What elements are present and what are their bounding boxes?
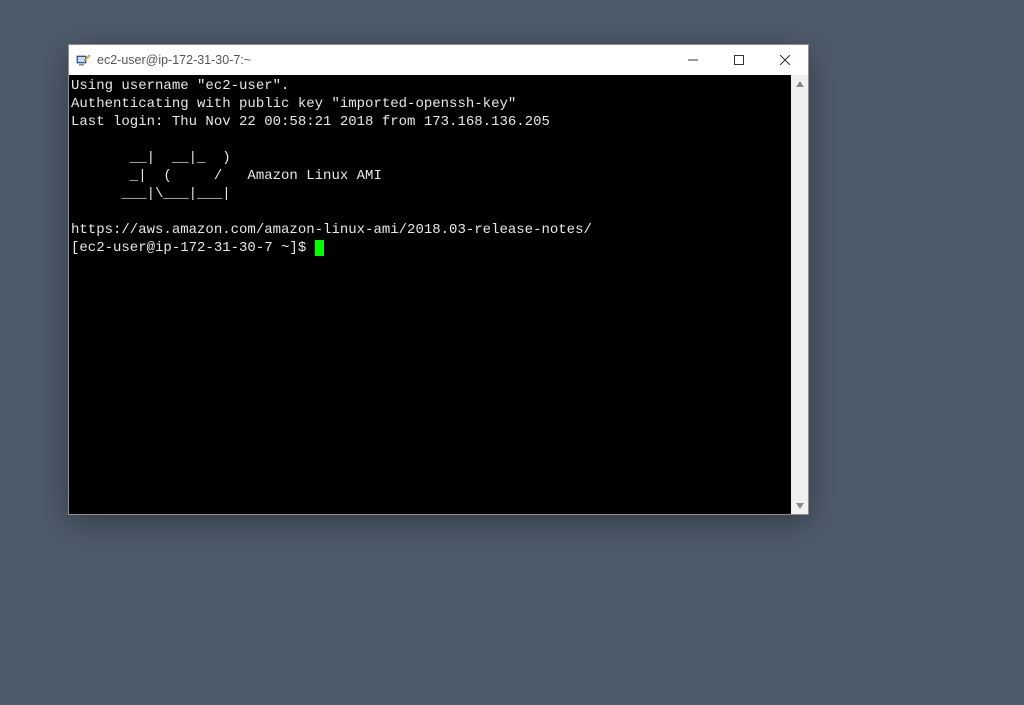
terminal-prompt: [ec2-user@ip-172-31-30-7 ~]$ [71, 240, 315, 256]
titlebar[interactable]: ec2-user@ip-172-31-30-7:~ [69, 45, 808, 75]
putty-window: ec2-user@ip-172-31-30-7:~ Using username… [68, 44, 809, 515]
window-title: ec2-user@ip-172-31-30-7:~ [97, 53, 670, 67]
putty-icon [75, 52, 91, 68]
minimize-button[interactable] [670, 45, 716, 75]
maximize-button[interactable] [716, 45, 762, 75]
terminal-line: https://aws.amazon.com/amazon-linux-ami/… [71, 222, 592, 238]
terminal-line: Using username "ec2-user". [71, 78, 289, 94]
terminal-line: Last login: Thu Nov 22 00:58:21 2018 fro… [71, 114, 550, 130]
close-button[interactable] [762, 45, 808, 75]
terminal-cursor [315, 240, 324, 256]
scroll-down-icon[interactable] [791, 497, 808, 514]
terminal-banner-line: _| ( / Amazon Linux AMI [71, 168, 382, 184]
window-controls [670, 45, 808, 75]
terminal-body: Using username "ec2-user". Authenticatin… [69, 75, 808, 514]
terminal-prompt-line: [ec2-user@ip-172-31-30-7 ~]$ [71, 240, 324, 256]
terminal-banner-line: __| __|_ ) [71, 150, 231, 166]
scroll-up-icon[interactable] [791, 75, 808, 92]
terminal-line: Authenticating with public key "imported… [71, 96, 516, 112]
terminal-banner-line: ___|\___|___| [71, 186, 231, 202]
scrollbar[interactable] [791, 75, 808, 514]
terminal-content[interactable]: Using username "ec2-user". Authenticatin… [69, 75, 791, 514]
